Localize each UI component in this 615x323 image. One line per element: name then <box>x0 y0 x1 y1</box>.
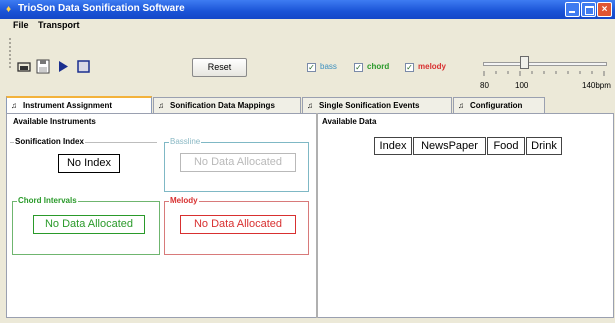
music-note-icon: ♫ <box>307 101 313 110</box>
maximize-button[interactable] <box>581 2 596 17</box>
data-item-index[interactable]: Index <box>374 137 412 155</box>
tab-label: Single Sonification Events <box>319 101 420 110</box>
title-bar: ♦ TrioSon Data Sonification Software × <box>0 0 615 19</box>
tab-label: Instrument Assignment <box>23 101 113 110</box>
checkmark-icon[interactable]: ✓ <box>307 63 316 72</box>
group-label: Chord Intervals <box>17 196 78 206</box>
data-item-newspaper[interactable]: NewsPaper <box>413 137 486 155</box>
toolbar-grip[interactable] <box>9 38 15 68</box>
slider-ticks <box>483 71 605 76</box>
sonification-index-drop-target[interactable]: No Index <box>58 154 120 173</box>
window-title: TrioSon Data Sonification Software <box>18 3 185 14</box>
group-label: Melody <box>169 196 199 206</box>
tempo-tick-label: 140bpm <box>582 81 611 90</box>
group-label: Bassline <box>169 137 202 147</box>
melody-checkbox-label: melody <box>418 62 447 71</box>
slider-thumb[interactable] <box>520 56 529 69</box>
app-icon: ♦ <box>6 4 12 15</box>
tab-label: Sonification Data Mappings <box>170 101 275 110</box>
bass-checkbox-label: bass <box>320 62 337 71</box>
melody-drop-target[interactable]: No Data Allocated <box>180 215 296 234</box>
slider-track <box>483 62 607 66</box>
group-label: Sonification Index <box>14 137 85 147</box>
tab-instrument-assignment[interactable]: ♫ Instrument Assignment <box>6 96 152 114</box>
available-instruments-heading: Available Instruments <box>13 117 96 126</box>
bassline-drop-target[interactable]: No Data Allocated <box>180 153 296 172</box>
minimize-button[interactable] <box>565 2 580 17</box>
close-button[interactable]: × <box>597 2 612 17</box>
tab-sonification-data-mappings[interactable]: ♫ Sonification Data Mappings <box>153 97 301 113</box>
music-note-icon: ♫ <box>458 101 464 110</box>
tab-configuration[interactable]: ♫ Configuration <box>453 97 545 113</box>
tempo-tick-label: 80 <box>480 81 489 90</box>
tab-single-sonification-events[interactable]: ♫ Single Sonification Events <box>302 97 452 113</box>
music-note-icon: ♫ <box>11 101 17 110</box>
tempo-tick-label: 100 <box>515 81 529 90</box>
music-note-icon: ♫ <box>158 101 164 110</box>
data-item-drink[interactable]: Drink <box>526 137 562 155</box>
chord-checkbox-label: chord <box>367 62 390 71</box>
tempo-slider[interactable]: 80 100 140bpm <box>480 54 611 90</box>
stop-icon[interactable] <box>75 58 92 75</box>
available-data-heading: Available Data <box>322 117 377 126</box>
split-pane-divider[interactable] <box>316 113 318 318</box>
play-icon[interactable] <box>55 58 72 75</box>
checkmark-icon[interactable]: ✓ <box>354 63 363 72</box>
floppy-save-icon[interactable] <box>35 58 52 75</box>
reset-button[interactable]: Reset <box>192 58 247 77</box>
menu-file[interactable]: File <box>13 20 29 30</box>
chord-intervals-drop-target[interactable]: No Data Allocated <box>33 215 145 234</box>
checkmark-icon[interactable]: ✓ <box>405 63 414 72</box>
menu-transport[interactable]: Transport <box>38 20 80 30</box>
folder-open-icon[interactable] <box>16 58 33 75</box>
tab-label: Configuration <box>470 101 523 110</box>
menu-bar: File Transport <box>0 19 615 32</box>
data-item-food[interactable]: Food <box>487 137 525 155</box>
close-icon: × <box>601 4 608 15</box>
